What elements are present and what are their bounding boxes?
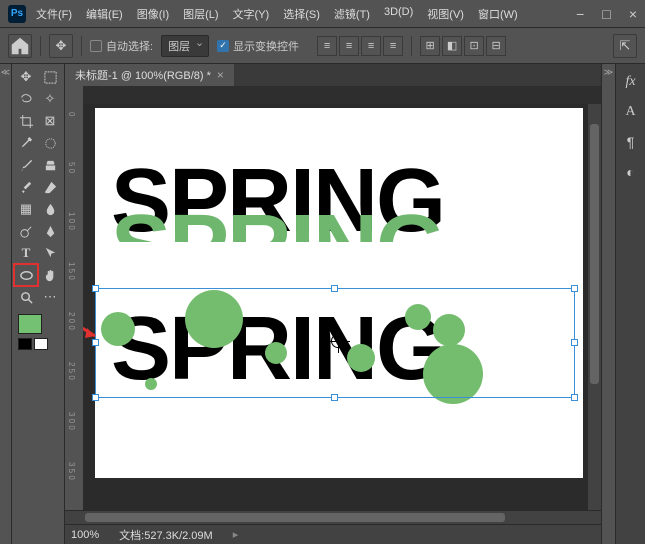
right-panel: fx A ¶ ◐ [615,64,645,544]
show-transform-label: 显示变换控件 [233,38,299,54]
blur-tool[interactable] [38,198,62,220]
ruler-vertical[interactable]: 05 01 0 01 5 02 0 02 5 03 0 03 5 0 [65,104,83,510]
horizontal-scrollbar[interactable] [65,510,601,524]
transform-handle[interactable] [331,285,338,292]
document-tab[interactable]: 未标题-1 @ 100%(RGB/8) * × [65,64,234,86]
menu-edit[interactable]: 编辑(E) [86,6,123,22]
styles-panel-icon[interactable]: fx [621,72,641,92]
main-menu: 文件(F) 编辑(E) 图像(I) 图层(L) 文字(Y) 选择(S) 滤镜(T… [36,6,576,22]
right-collapse-icon[interactable]: ≫ [601,64,615,544]
zoom-tool[interactable] [14,286,38,308]
ruler-corner [65,86,83,104]
eraser-tool[interactable] [38,176,62,198]
close-button[interactable]: × [629,6,637,22]
distribute-icon-2[interactable]: ◧ [442,36,462,56]
status-bar: 100% 文档:527.3K/2.09M ▸ [65,524,601,544]
transform-handle[interactable] [331,394,338,401]
transform-handle[interactable] [571,394,578,401]
clone-stamp-tool[interactable] [38,154,62,176]
show-transform-checkbox[interactable]: ✓ 显示变换控件 [217,38,299,54]
zoom-level[interactable]: 100% [71,529,99,541]
spot-healing-tool[interactable] [38,132,62,154]
ellipse-tool[interactable] [14,264,38,286]
gradient-tool[interactable]: ▦ [14,198,38,220]
options-bar: ✥ 自动选择: 图层 ✓ 显示变换控件 ≡ ≡ ≡ ≡ ⊞ ◧ ⊡ ⊟ ⇱ [0,28,645,64]
tools-panel: ✥ ✧ ⊠ ▦ T ⋯ [12,64,65,544]
distribute-icon-4[interactable]: ⊟ [486,36,506,56]
transform-anchor-icon[interactable] [331,334,345,348]
close-tab-icon[interactable]: × [217,68,224,82]
titlebar: Ps 文件(F) 编辑(E) 图像(I) 图层(L) 文字(Y) 选择(S) 滤… [0,0,645,28]
magic-wand-tool[interactable]: ✧ [38,88,62,110]
marquee-tool[interactable] [38,66,62,88]
transform-handle[interactable] [571,339,578,346]
foreground-color-swatch[interactable] [18,314,42,334]
menu-select[interactable]: 选择(S) [283,6,320,22]
align-group-2: ⊞ ◧ ⊡ ⊟ [420,36,506,56]
pen-tool[interactable] [38,220,62,242]
align-left-icon[interactable]: ≡ [317,36,337,56]
character-panel-icon[interactable]: A [621,102,641,122]
menu-layer[interactable]: 图层(L) [183,6,218,22]
status-readout[interactable]: 文档:527.3K/2.09M [119,527,213,543]
lasso-tool[interactable] [14,88,38,110]
distribute-icon-1[interactable]: ⊞ [420,36,440,56]
type-tool[interactable]: T [14,242,38,264]
vertical-scroll-thumb[interactable] [590,124,599,384]
document-tab-bar: 未标题-1 @ 100%(RGB/8) * × [65,64,601,86]
menu-image[interactable]: 图像(I) [137,6,169,22]
hand-tool[interactable] [38,264,62,286]
brush-tool[interactable] [14,154,38,176]
document-tab-title: 未标题-1 @ 100%(RGB/8) * [75,67,211,83]
horizontal-scroll-thumb[interactable] [85,513,505,522]
window-controls: − □ × [576,6,637,22]
menu-3d[interactable]: 3D(D) [384,6,413,22]
share-icon[interactable]: ⇱ [613,34,637,58]
canvas[interactable]: SPRING SPRING SPRING [95,108,583,478]
white-swatch[interactable] [34,338,48,350]
menu-filter[interactable]: 滤镜(T) [334,6,370,22]
crop-tool[interactable] [14,110,38,132]
align-group-1: ≡ ≡ ≡ ≡ [317,36,403,56]
move-tool-icon[interactable]: ✥ [49,34,73,58]
eyedropper-tool[interactable] [14,132,38,154]
transform-handle[interactable] [571,285,578,292]
path-selection-tool[interactable] [38,242,62,264]
app-logo: Ps [8,5,26,23]
transform-handle[interactable] [92,339,99,346]
transform-handle[interactable] [92,285,99,292]
auto-select-dropdown[interactable]: 图层 [161,35,209,57]
more-tools-icon[interactable]: ⋯ [38,286,62,308]
history-brush-tool[interactable] [14,176,38,198]
align-right-icon[interactable]: ≡ [361,36,381,56]
home-icon[interactable] [8,34,32,58]
align-top-icon[interactable]: ≡ [383,36,403,56]
auto-select-checkbox[interactable]: 自动选择: [90,38,153,54]
dodge-tool[interactable] [14,220,38,242]
minimize-button[interactable]: − [576,6,584,22]
distribute-icon-3[interactable]: ⊡ [464,36,484,56]
left-collapse-icon[interactable]: ≪ [0,64,12,544]
properties-panel-icon[interactable]: ◐ [621,162,641,182]
menu-text[interactable]: 文字(Y) [233,6,270,22]
vertical-scrollbar[interactable] [587,104,601,510]
text-spring-top-green: SPRING [111,196,444,242]
frame-tool[interactable]: ⊠ [38,110,62,132]
auto-select-label: 自动选择: [106,38,153,54]
document-area: 未标题-1 @ 100%(RGB/8) * × 0501001502002503… [65,64,601,544]
paragraph-panel-icon[interactable]: ¶ [621,132,641,152]
menu-file[interactable]: 文件(F) [36,6,72,22]
canvas-viewport[interactable]: SPRING SPRING SPRING [83,104,587,510]
transform-handle[interactable] [92,394,99,401]
align-center-icon[interactable]: ≡ [339,36,359,56]
maximize-button[interactable]: □ [602,6,610,22]
menu-window[interactable]: 窗口(W) [478,6,518,22]
menu-view[interactable]: 视图(V) [427,6,464,22]
move-tool[interactable]: ✥ [14,66,38,88]
black-swatch[interactable] [18,338,32,350]
